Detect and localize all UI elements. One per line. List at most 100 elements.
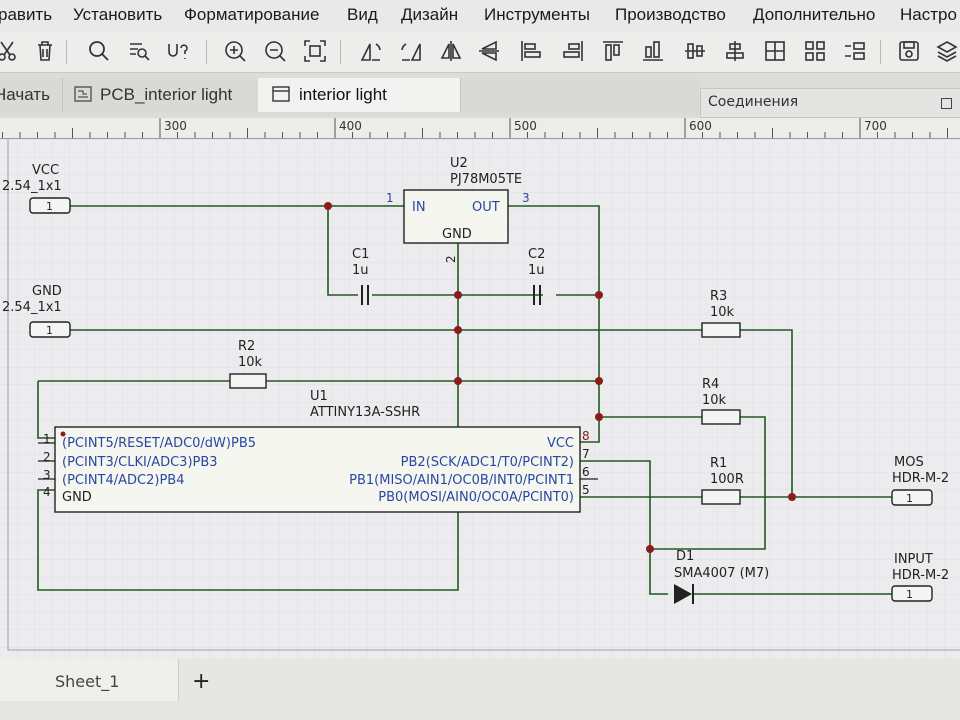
rotate-right-icon[interactable] (398, 38, 424, 64)
pin-number: 5 (582, 483, 590, 497)
pin-number: 2 (43, 450, 51, 464)
distribute-icon[interactable] (802, 38, 828, 64)
sheet-bar: Sheet_1 + (0, 659, 960, 720)
flip-vertical-icon[interactable] (476, 38, 502, 64)
save-icon[interactable] (896, 38, 922, 64)
align-right-icon[interactable] (560, 38, 586, 64)
add-sheet-button[interactable]: + (192, 669, 210, 694)
pin-name: (PCINT3/CLKI/ADC3)PB3 (62, 455, 218, 470)
connector-pin: 1 (46, 200, 53, 213)
pin-number: 4 (43, 485, 51, 499)
flip-horizontal-icon[interactable] (438, 38, 464, 64)
pin-number: 3 (43, 468, 51, 482)
connector-package: 2.54_1x1 (2, 300, 62, 315)
component-ref: R2 (238, 339, 255, 354)
sheet-tab-label: Sheet_1 (55, 672, 120, 691)
component-ref: C1 (352, 247, 369, 262)
align-vertical-center-icon[interactable] (682, 38, 708, 64)
ruler-label: 500 (514, 119, 537, 133)
component-ref: C2 (528, 247, 545, 262)
component-value: 10k (710, 305, 735, 320)
tab-pcb[interactable]: PCB_interior light (62, 78, 259, 112)
pin-number: 3 (522, 191, 530, 205)
toolbar (0, 32, 960, 73)
connector-name: MOS (894, 455, 924, 470)
zoom-in-icon[interactable] (222, 38, 248, 64)
connector-package: 2.54_1x1 (2, 179, 62, 194)
distribute-vertical-icon[interactable] (842, 38, 868, 64)
tab-start[interactable]: Начать (0, 78, 63, 112)
align-horizontal-center-icon[interactable] (722, 38, 748, 64)
search-icon[interactable] (86, 38, 112, 64)
pin-number: 8 (582, 429, 590, 443)
pcb-icon (74, 86, 92, 102)
pin-number: 7 (582, 447, 590, 461)
menu-edit[interactable]: равить (0, 5, 52, 25)
align-grid-icon[interactable] (762, 38, 788, 64)
menu-bar: равить Установить Форматирование Вид Диз… (0, 0, 960, 32)
connector-name: GND (32, 284, 62, 299)
rotate-left-icon[interactable] (358, 38, 384, 64)
junction-dot (454, 291, 462, 299)
align-bottom-icon[interactable] (640, 38, 666, 64)
align-left-icon[interactable] (518, 38, 544, 64)
menu-fabrication[interactable]: Производство (615, 5, 726, 25)
component-value: ATTINY13A-SSHR (310, 405, 420, 420)
toolbar-separator (206, 40, 207, 64)
ruler-label: 400 (339, 119, 362, 133)
panel-title: Соединения (708, 94, 799, 110)
annotate-icon[interactable] (166, 38, 192, 64)
pin-name: OUT (472, 200, 500, 215)
find-text-icon[interactable] (126, 38, 152, 64)
component-ref: R4 (702, 377, 719, 392)
connector-name: VCC (32, 163, 59, 178)
menu-tools[interactable]: Инструменты (484, 5, 590, 25)
connector-package: HDR-M-2 (892, 568, 949, 583)
component-value: 10k (238, 355, 263, 370)
component-value: 10k (702, 393, 727, 408)
ruler-ticks (2, 118, 948, 138)
menu-design[interactable]: Дизайн (401, 5, 458, 25)
menu-settings[interactable]: Настро (900, 5, 957, 25)
pin-number: 6 (582, 465, 590, 479)
ruler-label: 600 (689, 119, 712, 133)
menu-insert[interactable]: Установить (73, 5, 162, 25)
pin-name: PB0(MOSI/AIN0/OC0A/PCINT0) (378, 490, 574, 505)
menu-view[interactable]: Вид (347, 5, 378, 25)
schematic-canvas[interactable]: VCC 2.54_1x1 1 GND 2.54_1x1 1 U2 PJ78M05… (0, 139, 960, 659)
zoom-out-icon[interactable] (262, 38, 288, 64)
tab-label: Начать (0, 85, 50, 104)
layers-icon[interactable] (934, 38, 960, 64)
component-ref: D1 (676, 549, 694, 564)
horizontal-ruler: 300 400 500 600 700 (0, 118, 960, 139)
pin-name: (PCINT4/ADC2)PB4 (62, 473, 185, 488)
component-value: PJ78M05TE (450, 172, 522, 187)
align-top-icon[interactable] (600, 38, 626, 64)
junction-dot (646, 545, 654, 553)
component-value: 1u (352, 263, 369, 278)
junction-dot (454, 377, 462, 385)
cut-icon[interactable] (0, 38, 20, 64)
toolbar-separator (66, 40, 67, 64)
connector-pin: 1 (46, 324, 53, 337)
component-value: 100R (710, 472, 744, 487)
ruler-label: 300 (164, 119, 187, 133)
pin-name: (PCINT5/RESET/ADC0/dW)PB5 (62, 436, 256, 451)
menu-format[interactable]: Форматирование (184, 5, 319, 25)
ruler-label: 700 (864, 119, 887, 133)
maximize-icon[interactable] (941, 98, 952, 109)
fit-view-icon[interactable] (302, 38, 328, 64)
resistor-body (229, 373, 267, 389)
junction-dot (595, 413, 603, 421)
junction-dot (595, 291, 603, 299)
connections-panel-header: Соединения (700, 88, 960, 118)
component-value: 1u (528, 263, 545, 278)
menu-advanced[interactable]: Дополнительно (753, 5, 875, 25)
pin-name: GND (442, 227, 472, 242)
delete-icon[interactable] (32, 38, 58, 64)
connector-pin: 1 (906, 492, 913, 505)
component-value: SMA4007 (M7) (674, 566, 769, 581)
sheet-tab-1[interactable]: Sheet_1 (0, 659, 179, 701)
tab-schematic[interactable]: interior light (258, 78, 461, 112)
pin-name: VCC (547, 436, 574, 451)
